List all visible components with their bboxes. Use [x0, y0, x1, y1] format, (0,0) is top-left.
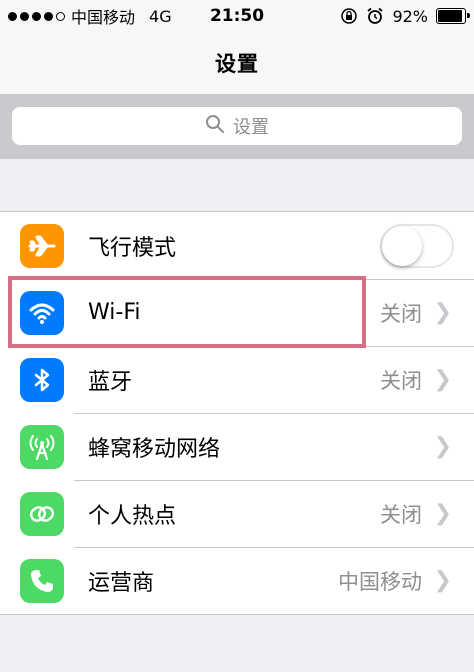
- settings-row-bluetooth[interactable]: 蓝牙 关闭 ❯: [0, 346, 474, 413]
- settings-list: 飞行模式 Wi-Fi 关闭 ❯ 蓝牙 关闭 ❯ 蜂窝移动网络 ❯ 个人热点 关闭…: [0, 211, 474, 615]
- chevron-right-icon: ❯: [433, 300, 452, 325]
- status-bar: 中国移动 4G 21:50 92%: [0, 0, 474, 32]
- hotspot-status: 关闭: [380, 502, 422, 527]
- hotspot-icon: [20, 491, 64, 536]
- search-input[interactable]: 设置: [12, 107, 462, 145]
- chevron-right-icon: ❯: [433, 501, 452, 526]
- airplane-mode-toggle[interactable]: [380, 223, 454, 268]
- bluetooth-status: 关闭: [380, 368, 422, 393]
- battery-icon: [436, 8, 470, 24]
- wifi-status: 关闭: [380, 301, 422, 326]
- search-placeholder: 设置: [233, 117, 269, 138]
- settings-row-hotspot[interactable]: 个人热点 关闭 ❯: [0, 480, 474, 547]
- settings-row-label: 飞行模式: [88, 235, 177, 261]
- settings-row-label: 个人热点: [88, 503, 177, 529]
- carrier-value: 中国移动: [338, 569, 422, 594]
- navigation-bar: 设置: [0, 32, 474, 95]
- settings-row-label: 蓝牙: [88, 369, 133, 395]
- phone-icon: [20, 558, 64, 603]
- settings-row-carrier[interactable]: 运营商 中国移动 ❯: [0, 547, 474, 614]
- cellular-icon: [20, 424, 64, 469]
- rotation-lock-icon: [340, 7, 358, 25]
- airplane-icon: [20, 223, 64, 268]
- wifi-highlight-box: [8, 276, 366, 348]
- settings-row-label: 运营商: [88, 570, 155, 596]
- search-area: 设置: [0, 95, 474, 159]
- settings-row-airplane-mode[interactable]: 飞行模式: [0, 212, 474, 279]
- settings-row-cellular[interactable]: 蜂窝移动网络 ❯: [0, 413, 474, 480]
- alarm-icon: [366, 7, 384, 25]
- chevron-right-icon: ❯: [433, 434, 452, 459]
- bottom-spacer: [0, 647, 474, 672]
- search-icon: [205, 114, 225, 139]
- settings-row-label: 蜂窝移动网络: [88, 436, 221, 462]
- bluetooth-icon: [20, 357, 64, 402]
- battery-percentage: 92%: [392, 6, 428, 26]
- page-title: 设置: [215, 52, 259, 76]
- chevron-right-icon: ❯: [433, 568, 452, 593]
- chevron-right-icon: ❯: [433, 367, 452, 392]
